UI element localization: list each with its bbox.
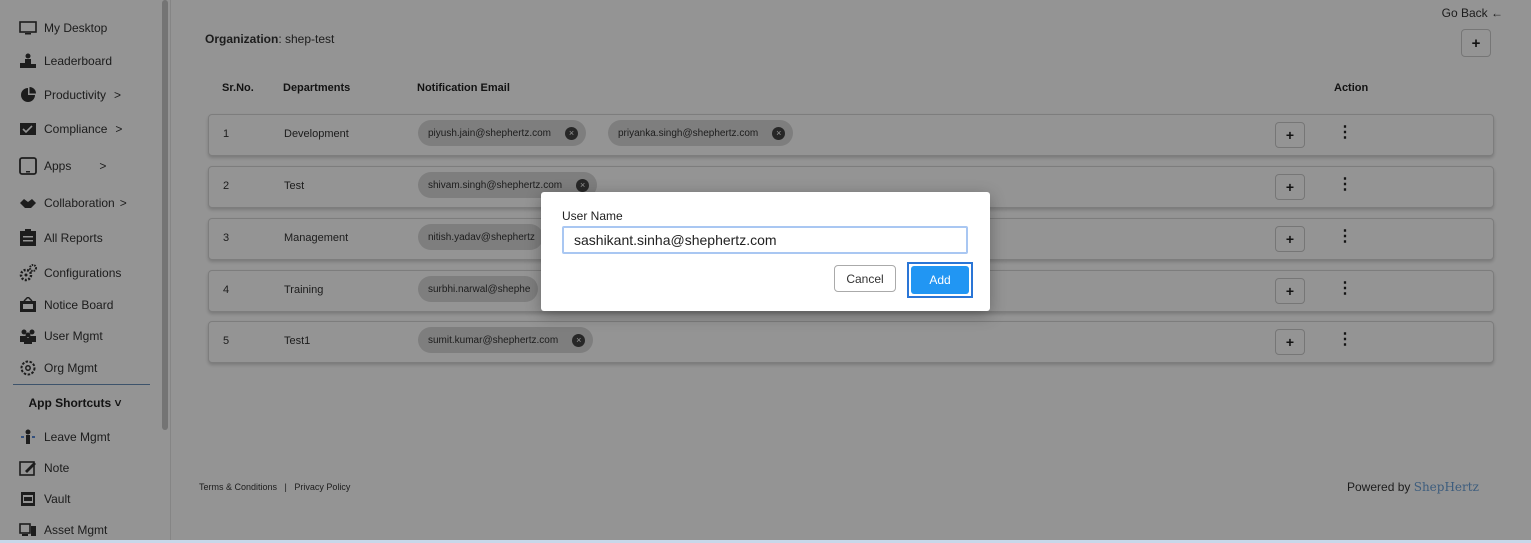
app-root: My Desktop Leaderboard Productivity > Co… — [0, 0, 1531, 543]
add-button[interactable]: Add — [911, 266, 969, 294]
user-name-input[interactable] — [562, 226, 968, 254]
user-name-label: User Name — [562, 209, 623, 223]
cancel-button[interactable]: Cancel — [834, 265, 896, 292]
add-user-dialog: User Name Cancel Add — [541, 192, 990, 311]
